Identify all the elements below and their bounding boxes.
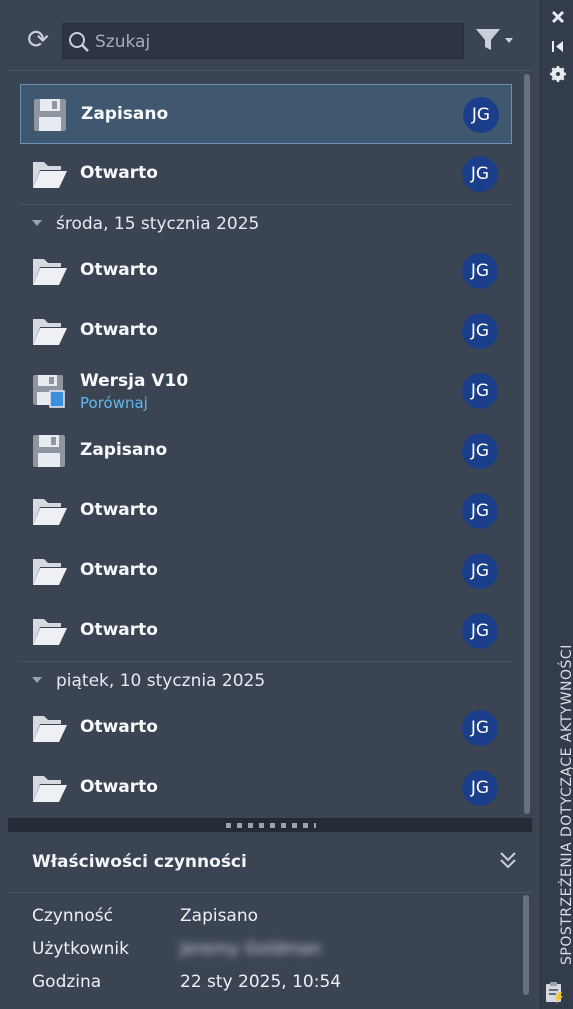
folder-open-icon — [33, 499, 67, 525]
avatar[interactable]: JG — [462, 553, 498, 589]
folder-open-icon — [33, 716, 67, 742]
activity-label: Otwarto — [80, 320, 158, 340]
activity-label: Otwarto — [80, 717, 158, 737]
filter-icon[interactable] — [474, 26, 518, 54]
avatar[interactable]: JG — [462, 373, 498, 409]
close-icon[interactable] — [549, 8, 567, 26]
caret-down-icon[interactable] — [32, 677, 42, 683]
activity-row[interactable]: Otwarto JG — [20, 481, 512, 541]
activity-row[interactable]: Otwarto JG — [20, 698, 512, 758]
search-box[interactable] — [62, 23, 464, 59]
property-value: Zapisano — [180, 906, 259, 926]
activity-row[interactable]: Zapisano JG — [20, 421, 512, 481]
drag-grip-icon[interactable] — [226, 823, 316, 828]
avatar[interactable]: JG — [462, 156, 498, 192]
search-icon — [69, 32, 89, 52]
activity-row[interactable]: Otwarto JG — [20, 601, 512, 661]
properties-header: Właściwości czynności — [8, 834, 532, 893]
activity-insights-panel: ⟳ Zapisano JG — [0, 0, 540, 1009]
activity-label: Otwarto — [80, 163, 158, 183]
save-icon — [34, 99, 66, 131]
activity-row[interactable]: Zapisano JG — [20, 84, 512, 144]
clipboard-lightning-icon[interactable] — [543, 980, 565, 1004]
activity-label: Otwarto — [80, 620, 158, 640]
avatar[interactable]: JG — [462, 770, 498, 806]
day-group-header[interactable]: środa, 15 stycznia 2025 — [20, 204, 512, 245]
list-scrollbar-thumb[interactable] — [524, 74, 530, 814]
property-value-user: Jeremy Goldman — [180, 939, 322, 959]
activity-label: Otwarto — [80, 777, 158, 797]
folder-open-icon — [33, 259, 67, 285]
compare-link[interactable]: Porównaj — [80, 394, 148, 412]
activity-list: Zapisano JG Otwarto JG środa, 15 styczni… — [8, 74, 532, 814]
toolbar: ⟳ — [8, 14, 532, 71]
avatar[interactable]: JG — [462, 433, 498, 469]
avatar[interactable]: JG — [462, 613, 498, 649]
activity-label: Zapisano — [81, 104, 169, 124]
property-key: Godzina — [32, 972, 102, 992]
day-label: piątek, 10 stycznia 2025 — [56, 671, 266, 691]
activity-row[interactable]: Otwarto JG — [20, 758, 512, 814]
caret-down-icon[interactable] — [32, 220, 42, 226]
folder-open-icon — [33, 619, 67, 645]
refresh-icon[interactable]: ⟳ — [22, 24, 54, 56]
search-input[interactable] — [93, 28, 457, 56]
settings-gear-icon[interactable] — [549, 65, 567, 83]
activity-label: Otwarto — [80, 560, 158, 580]
properties-title: Właściwości czynności — [32, 852, 247, 872]
avatar[interactable]: JG — [462, 710, 498, 746]
activity-row[interactable]: Otwarto JG — [20, 541, 512, 601]
avatar[interactable]: JG — [462, 313, 498, 349]
activity-label: Wersja V10 — [80, 371, 189, 391]
activity-label: Zapisano — [80, 440, 168, 460]
avatar[interactable]: JG — [463, 97, 499, 133]
activity-row[interactable]: Wersja V10 Porównaj JG — [20, 361, 512, 421]
property-key: Użytkownik — [32, 939, 129, 959]
folder-open-icon — [33, 319, 67, 345]
avatar[interactable]: JG — [462, 253, 498, 289]
properties-scrollbar[interactable] — [523, 895, 529, 995]
activity-row[interactable]: Otwarto JG — [20, 144, 512, 204]
day-group-header[interactable]: piątek, 10 stycznia 2025 — [20, 661, 512, 702]
panel-vertical-title: SPOSTRZEŻENIA DOTYCZĄCE AKTYWNOŚCI — [559, 644, 573, 965]
activity-row[interactable]: Otwarto JG — [20, 301, 512, 361]
version-save-icon — [33, 375, 65, 408]
property-value: 22 sty 2025, 10:54 — [180, 972, 342, 992]
property-key: Czynność — [32, 906, 114, 926]
activity-label: Otwarto — [80, 260, 158, 280]
folder-open-icon — [33, 162, 67, 188]
activity-label: Otwarto — [80, 500, 158, 520]
folder-open-icon — [33, 776, 67, 802]
folder-open-icon — [33, 559, 67, 585]
collapse-chevron-icon[interactable] — [498, 848, 518, 872]
avatar[interactable]: JG — [462, 493, 498, 529]
activity-row[interactable]: Otwarto JG — [20, 241, 512, 301]
panel-splitter[interactable] — [8, 818, 532, 832]
auto-hide-icon[interactable] — [549, 37, 567, 55]
day-label: środa, 15 stycznia 2025 — [56, 214, 260, 234]
save-icon — [33, 435, 65, 467]
list-scrollbar[interactable] — [521, 74, 531, 814]
